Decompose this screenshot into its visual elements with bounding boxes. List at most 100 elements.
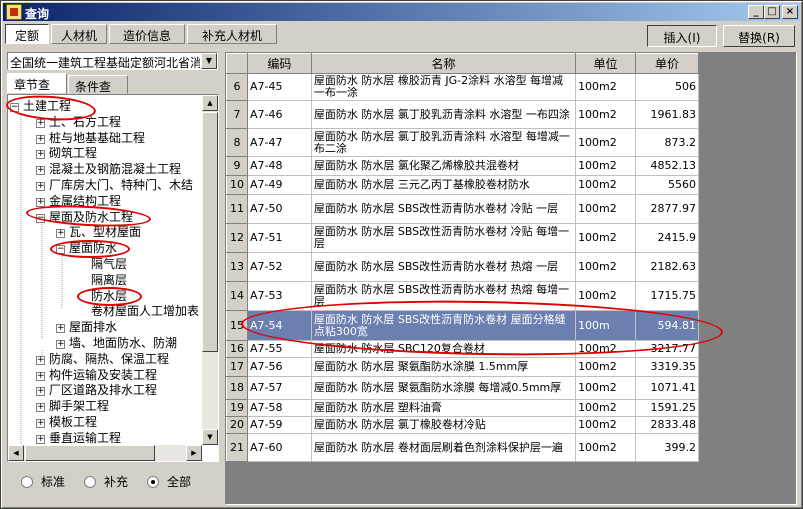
cell-unit[interactable]: 100m	[575, 310, 636, 341]
row-number[interactable]: 8	[226, 128, 248, 157]
table-row[interactable]: 20 A7-59 屋面防水 防水层 氯丁橡胶卷材冷贴 100m2 2833.48	[226, 416, 699, 434]
tree-item[interactable]: + 屋面排水	[56, 319, 117, 335]
tree-item[interactable]: + 垂直运输工程	[36, 430, 121, 446]
cell-name[interactable]: 屋面防水 防水层 氯丁胶乳沥青涂料 水溶型 每增减一布二涂	[311, 128, 577, 157]
tab-chapter-search[interactable]: 章节查询	[7, 73, 67, 109]
table-row[interactable]: 21 A7-60 屋面防水 防水层 卷材面层刷着色剂涂料保护层一遍 100m2 399.…	[226, 433, 699, 462]
expand-icon[interactable]: +	[36, 434, 45, 444]
maximize-button[interactable]: □	[764, 5, 780, 19]
cell-price[interactable]: 1961.83	[635, 100, 699, 129]
table-row[interactable]: 11 A7-50 屋面防水 防水层 SBS改性沥青防水卷材 冷贴 一层 100m2 28…	[226, 194, 699, 224]
table-row[interactable]: 9 A7-48 屋面防水 防水层 氯化聚乙烯橡胶共混卷材 100m2 4852.13	[226, 156, 699, 176]
replace-button[interactable]: 替换(R)	[723, 25, 795, 47]
tree-item[interactable]: 卷材屋面人工增加表	[91, 303, 199, 319]
row-number[interactable]: 7	[226, 100, 248, 129]
cell-price[interactable]: 873.2	[635, 128, 699, 157]
tree-item[interactable]: − 屋面及防水工程	[36, 209, 133, 225]
cell-code[interactable]: A7-45	[247, 73, 312, 101]
cell-unit[interactable]: 100m2	[575, 357, 636, 377]
scroll-right-icon[interactable]: ▶	[186, 445, 202, 461]
expand-icon[interactable]: +	[56, 340, 65, 349]
cell-unit[interactable]: 100m2	[575, 128, 636, 157]
cell-unit[interactable]: 100m2	[575, 416, 636, 434]
quota-library-select[interactable]: 全国统一建筑工程基础定额河北省消 ▼	[7, 52, 218, 70]
table-row[interactable]: 6 A7-45 屋面防水 防水层 橡胶沥青 JG-2涂料 水溶型 每增减一布一涂 10…	[226, 73, 699, 101]
chevron-down-icon[interactable]: ▼	[201, 53, 217, 69]
cell-price[interactable]: 594.81	[635, 310, 699, 341]
cell-code[interactable]: A7-52	[247, 252, 312, 282]
cell-code[interactable]: A7-54	[247, 310, 312, 341]
cell-unit[interactable]: 100m2	[575, 281, 636, 311]
close-button[interactable]: ×	[782, 5, 798, 19]
table-row[interactable]: 12 A7-51 屋面防水 防水层 SBS改性沥青防水卷材 冷贴 每增一层 100m2…	[226, 223, 699, 253]
table-row[interactable]: 10 A7-49 屋面防水 防水层 三元乙丙丁基橡胶卷材防水 100m2 5560	[226, 175, 699, 195]
cell-price[interactable]: 2182.63	[635, 252, 699, 282]
tree-item[interactable]: − 土建工程	[10, 98, 71, 114]
tree-item[interactable]: + 构件运输及安装工程	[36, 367, 157, 383]
cell-price[interactable]: 399.2	[635, 433, 699, 462]
cell-price[interactable]: 2833.48	[635, 416, 699, 434]
table-row[interactable]: 16 A7-55 屋面防水 防水层 SBC120复合卷材 100m2 3217.77	[226, 340, 699, 358]
expand-icon[interactable]: +	[36, 371, 45, 381]
cell-code[interactable]: A7-48	[247, 156, 312, 176]
corner-cell[interactable]	[226, 53, 248, 74]
table-row[interactable]: 17 A7-56 屋面防水 防水层 聚氨酯防水涂膜 1.5mm厚 100m2 3319.…	[226, 357, 699, 377]
cell-unit[interactable]: 100m2	[575, 376, 636, 400]
cell-price[interactable]: 1715.75	[635, 281, 699, 311]
scroll-down-icon[interactable]: ▼	[202, 429, 218, 445]
cell-code[interactable]: A7-56	[247, 357, 312, 377]
row-number[interactable]: 20	[226, 416, 248, 434]
row-number[interactable]: 21	[226, 433, 248, 462]
column-header-price[interactable]: 单价	[635, 53, 699, 74]
column-header-name[interactable]: 名称	[310, 53, 577, 74]
cell-name[interactable]: 屋面防水 防水层 SBS改性沥青防水卷材 屋面分格缝 点粘300宽	[311, 310, 577, 341]
expand-icon[interactable]: +	[36, 419, 45, 428]
tree-item[interactable]: + 墙、地面防水、防潮	[56, 335, 177, 351]
cell-name[interactable]: 屋面防水 防水层 聚氨酯防水涂膜 1.5mm厚	[311, 357, 577, 377]
quota-grid[interactable]: 编码 名称 单位 单价 6 A7-45 屋面防水 防水层 橡胶沥青 JG-2涂料 水…	[225, 52, 797, 505]
tab-condition-search[interactable]: 条件查询	[68, 75, 128, 111]
cell-name[interactable]: 屋面防水 防水层 SBC120复合卷材	[311, 340, 577, 358]
cell-name[interactable]: 屋面防水 防水层 SBS改性沥青防水卷材 冷贴 一层	[311, 194, 577, 224]
tab-quota[interactable]: 定额	[5, 24, 49, 44]
expand-icon[interactable]: +	[36, 355, 45, 365]
tree-item[interactable]: + 防腐、隔热、保温工程	[36, 351, 169, 367]
cell-code[interactable]: A7-51	[247, 223, 312, 253]
cell-price[interactable]: 1591.25	[635, 399, 699, 417]
cell-code[interactable]: A7-55	[247, 340, 312, 358]
table-row[interactable]: 15 A7-54 屋面防水 防水层 SBS改性沥青防水卷材 屋面分格缝 点粘300宽…	[226, 310, 699, 341]
tab-supplement-labor-material[interactable]: 补充人材机	[187, 24, 277, 44]
cell-code[interactable]: A7-60	[247, 433, 312, 462]
row-number[interactable]: 18	[226, 376, 248, 400]
cell-code[interactable]: A7-57	[247, 376, 312, 400]
cell-name[interactable]: 屋面防水 防水层 橡胶沥青 JG-2涂料 水溶型 每增减一布一涂	[311, 73, 577, 101]
row-number[interactable]: 10	[226, 175, 248, 195]
expand-icon[interactable]: +	[56, 229, 65, 239]
tree-item[interactable]: + 厂库房大门、特种门、木结	[36, 177, 193, 193]
tree-item[interactable]: 隔气层	[91, 256, 127, 272]
table-row[interactable]: 19 A7-58 屋面防水 防水层 塑料油膏 100m2 1591.25	[226, 399, 699, 417]
cell-price[interactable]: 3217.77	[635, 340, 699, 358]
row-number[interactable]: 12	[226, 223, 248, 253]
row-number[interactable]: 9	[226, 156, 248, 176]
cell-code[interactable]: A7-59	[247, 416, 312, 434]
cell-name[interactable]: 屋面防水 防水层 塑料油膏	[311, 399, 577, 417]
expand-icon[interactable]: +	[36, 134, 45, 144]
cell-unit[interactable]: 100m2	[575, 433, 636, 462]
insert-button[interactable]: 插入(I)	[647, 25, 717, 47]
tree-item[interactable]: + 混凝土及钢筋混凝土工程	[36, 161, 181, 177]
expand-icon[interactable]: +	[56, 324, 65, 334]
cell-unit[interactable]: 100m2	[575, 340, 636, 358]
expand-icon[interactable]: +	[36, 403, 45, 413]
row-number[interactable]: 17	[226, 357, 248, 377]
radio-standard[interactable]: 标准	[21, 473, 65, 491]
scroll-thumb-horizontal[interactable]	[25, 445, 155, 461]
cell-unit[interactable]: 100m2	[575, 223, 636, 253]
tree-item[interactable]: + 瓦、型材屋面	[56, 224, 141, 240]
cell-name[interactable]: 屋面防水 防水层 氯丁胶乳沥青涂料 水溶型 一布四涂	[311, 100, 577, 129]
table-row[interactable]: 13 A7-52 屋面防水 防水层 SBS改性沥青防水卷材 热熔 一层 100m2 21…	[226, 252, 699, 282]
cell-name[interactable]: 屋面防水 防水层 聚氨酯防水涂膜 每增减0.5mm厚	[311, 376, 577, 400]
cell-name[interactable]: 屋面防水 防水层 SBS改性沥青防水卷材 冷贴 每增一层	[311, 223, 577, 253]
tree-item[interactable]: + 土、石方工程	[36, 114, 121, 130]
tab-cost-info[interactable]: 造价信息	[109, 24, 185, 44]
